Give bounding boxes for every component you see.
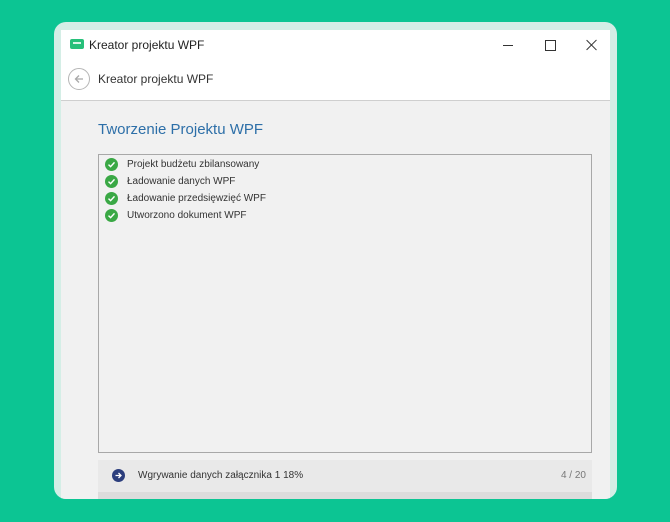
maximize-icon (544, 39, 556, 51)
close-button[interactable] (570, 30, 610, 60)
task-item: Ładowanie przedsięwzięć WPF (105, 190, 266, 206)
page-title: Tworzenie Projektu WPF (98, 121, 264, 138)
check-icon (105, 157, 118, 171)
nav-title: Kreator projektu WPF (98, 72, 214, 86)
step-counter: 4 / 20 (560, 470, 586, 481)
task-item: Projekt budżetu zbilansowany (105, 156, 259, 172)
navigation-bar: Kreator projektu WPF (61, 60, 610, 101)
arrow-right-icon (112, 469, 125, 482)
status-text: Wgrywanie danych załącznika 1 18% (138, 470, 304, 481)
arrow-left-icon (74, 75, 83, 83)
check-icon (105, 174, 118, 188)
check-icon (105, 191, 118, 205)
close-icon (586, 39, 598, 51)
screenshot-frame: Kreator projektu WPF Kreator projektu WP… (54, 22, 617, 499)
title-bar: Kreator projektu WPF (61, 30, 610, 60)
task-list: Projekt budżetu zbilansowany Ładowanie d… (98, 154, 592, 453)
maximize-button[interactable] (528, 30, 572, 60)
window-title: Kreator projektu WPF (89, 38, 205, 52)
status-bar: Wgrywanie danych załącznika 1 18% 4 / 20 (98, 460, 592, 492)
task-label: Utworzono dokument WPF (127, 209, 247, 221)
back-button[interactable] (68, 68, 90, 90)
minimize-button[interactable] (486, 30, 530, 60)
task-label: Ładowanie danych WPF (127, 175, 236, 187)
task-label: Ładowanie przedsięwzięć WPF (127, 192, 266, 204)
task-item: Utworzono dokument WPF (105, 207, 247, 223)
minimize-icon (503, 44, 513, 46)
app-icon (70, 39, 84, 49)
check-icon (105, 208, 118, 222)
wizard-window: Kreator projektu WPF Kreator projektu WP… (61, 30, 610, 499)
bottom-panel (98, 492, 592, 499)
task-item: Ładowanie danych WPF (105, 173, 235, 189)
task-label: Projekt budżetu zbilansowany (127, 158, 260, 170)
